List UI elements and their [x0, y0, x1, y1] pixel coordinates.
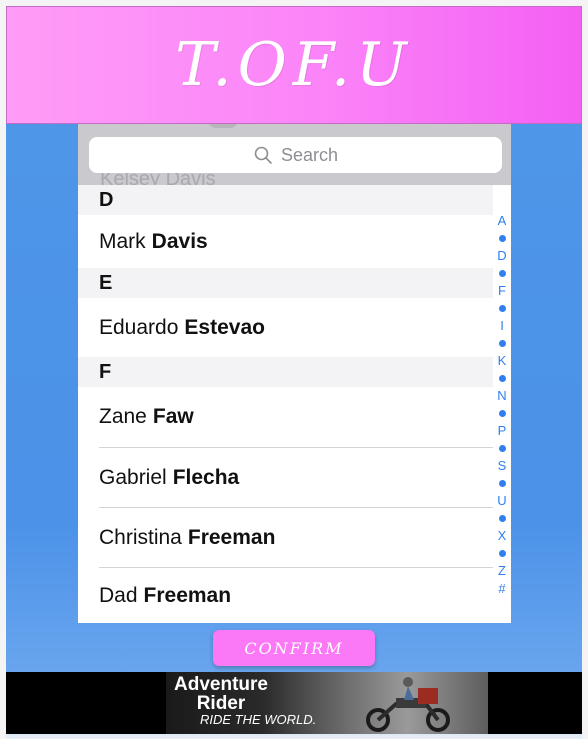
ad-tagline: RIDE THE WORLD.: [200, 712, 317, 727]
index-dot: [498, 479, 506, 487]
app-header: T.OF.U: [6, 6, 582, 124]
first-name: Zane: [99, 405, 147, 428]
last-name: Faw: [152, 405, 194, 428]
search-placeholder: Search: [280, 144, 339, 165]
index-dot: [498, 269, 506, 277]
index-letter[interactable]: F: [498, 282, 506, 300]
section-index-bar[interactable]: A D F I K N P S U X Z #: [493, 212, 511, 597]
contact-row[interactable]: Christina Freeman: [78, 508, 493, 567]
ad-brand: Adventure Rider: [174, 675, 268, 713]
index-letter[interactable]: N: [497, 387, 506, 405]
index-letter[interactable]: A: [498, 212, 507, 230]
section-header-d: D: [78, 185, 493, 215]
index-letter[interactable]: S: [498, 457, 507, 475]
first-name: Eduardo: [99, 315, 179, 339]
contact-row[interactable]: Mark Davis: [78, 215, 493, 268]
index-letter[interactable]: D: [497, 247, 506, 265]
contact-row[interactable]: Zane Faw: [78, 387, 493, 447]
search-icon: [254, 146, 272, 164]
last-name: Freeman: [143, 583, 232, 607]
index-letter[interactable]: U: [497, 492, 506, 510]
contact-row[interactable]: Dad Freeman: [78, 568, 493, 623]
contact-list[interactable]: Kelsey Davis Search D Mark Davis E Eduar…: [78, 124, 511, 623]
index-letter[interactable]: P: [498, 422, 507, 440]
index-dot: [498, 339, 506, 347]
index-letter[interactable]: K: [498, 352, 507, 370]
index-dot: [498, 444, 506, 452]
index-dot: [498, 549, 506, 557]
last-name: Freeman: [187, 525, 276, 549]
first-name: Dad: [99, 583, 138, 607]
ghost-element: [208, 124, 238, 128]
section-header-f: F: [78, 357, 493, 387]
contact-row[interactable]: Gabriel Flecha: [78, 448, 493, 507]
confirm-button[interactable]: CONFIRM: [213, 630, 375, 666]
first-name: Gabriel: [99, 465, 167, 489]
contact-row[interactable]: Eduardo Estevao: [78, 298, 493, 357]
index-dot: [498, 234, 506, 242]
index-letter[interactable]: X: [498, 527, 507, 545]
index-dot: [498, 514, 506, 522]
index-letter[interactable]: I: [500, 317, 504, 335]
last-name: Davis: [151, 229, 208, 253]
index-dot: [498, 374, 506, 382]
ad-brand-line1: Adventure: [174, 674, 268, 695]
section-header-e: E: [78, 268, 493, 298]
search-input[interactable]: Search: [89, 137, 502, 173]
index-letter[interactable]: #: [498, 580, 505, 598]
index-letter[interactable]: Z: [498, 562, 506, 580]
last-name: Estevao: [184, 315, 265, 339]
ad-brand-line2: Rider: [196, 693, 246, 714]
last-name: Flecha: [172, 465, 240, 489]
first-name: Mark: [99, 229, 146, 253]
index-dot: [498, 304, 506, 312]
app-title: T.OF.U: [175, 30, 413, 100]
search-area: Kelsey Davis Search: [78, 124, 511, 190]
motorcycle-rider-icon: [366, 677, 450, 732]
first-name: Christina: [99, 525, 182, 549]
index-dot: [498, 409, 506, 417]
ad-banner[interactable]: Adventure Rider RIDE THE WORLD.: [166, 672, 488, 734]
